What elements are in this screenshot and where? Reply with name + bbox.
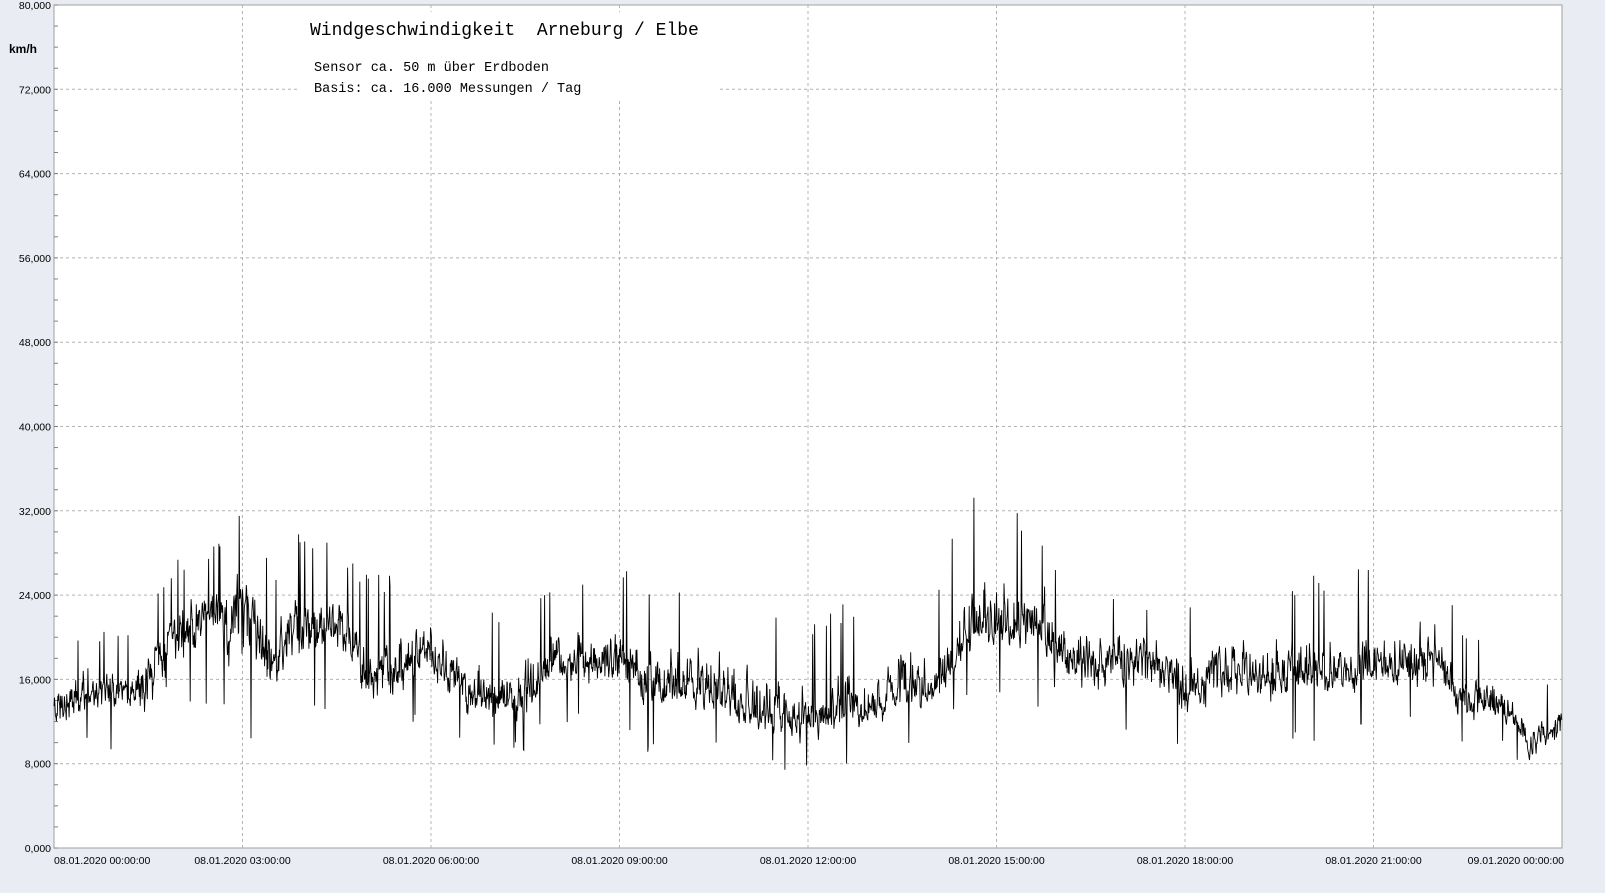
y-tick-label: 8,000 — [25, 759, 51, 771]
chart-title: Windgeschwindigkeit Arneburg / Elbe — [310, 21, 699, 41]
chart-subtitle-basis: Basis: ca. 16.000 Messungen / Tag — [314, 82, 581, 97]
y-tick-label: 0,000 — [25, 843, 51, 855]
y-tick-labels: 0,000 8,000 16,000 24,000 32,000 40,000 48,000… — [19, 0, 51, 855]
y-tick-label: 24,000 — [19, 590, 51, 602]
y-axis-label: km/h — [9, 42, 37, 56]
y-tick-label: 56,000 — [19, 253, 51, 265]
x-tick-label: 08.01.2020 06:00:00 — [383, 855, 480, 867]
x-tick-label: 08.01.2020 21:00:00 — [1325, 855, 1422, 867]
y-tick-label: 16,000 — [19, 674, 51, 686]
y-tick-label: 32,000 — [19, 506, 51, 518]
x-tick-label: 08.01.2020 00:00:00 — [54, 855, 151, 867]
y-tick-label: 48,000 — [19, 337, 51, 349]
x-tick-label: 08.01.2020 15:00:00 — [948, 855, 1045, 867]
y-tick-label: 64,000 — [19, 169, 51, 181]
chart-subtitle-sensor: Sensor ca. 50 m über Erdboden — [314, 61, 549, 76]
x-tick-label: 08.01.2020 03:00:00 — [194, 855, 291, 867]
x-tick-label: 08.01.2020 09:00:00 — [571, 855, 668, 867]
x-tick-label: 09.01.2020 00:00:00 — [1468, 855, 1565, 867]
x-tick-label: 08.01.2020 12:00:00 — [760, 855, 857, 867]
y-tick-label: 80,000 — [19, 0, 51, 12]
x-tick-labels: 08.01.2020 00:00:00 08.01.2020 03:00:00 08… — [54, 855, 1564, 867]
y-tick-label: 72,000 — [19, 84, 51, 96]
y-minor-ticks — [54, 4, 58, 849]
wind-speed-chart: 0,000 8,000 16,000 24,000 32,000 40,000 48,000… — [9, 0, 1564, 867]
x-tick-label: 08.01.2020 18:00:00 — [1137, 855, 1234, 867]
y-tick-label: 40,000 — [19, 422, 51, 434]
